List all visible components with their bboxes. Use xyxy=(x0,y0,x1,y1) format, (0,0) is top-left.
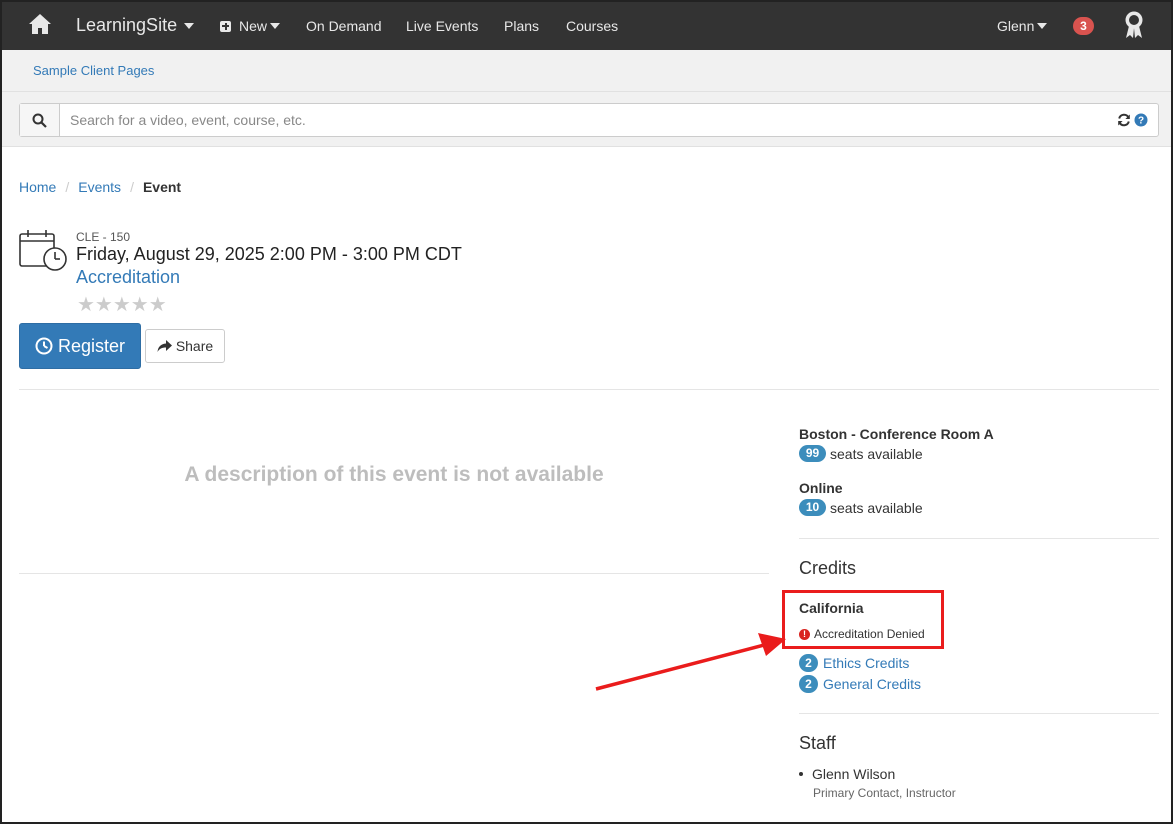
share-arrow-icon xyxy=(157,339,172,352)
breadcrumb-current: Event xyxy=(142,179,182,195)
sub-navbar: Sample Client Pages xyxy=(2,50,1171,92)
annotation-arrow xyxy=(595,633,786,691)
location-name: Boston - Conference Room A xyxy=(799,426,994,442)
award-ribbon-icon[interactable] xyxy=(1123,10,1145,40)
nav-live-events[interactable]: Live Events xyxy=(406,18,478,34)
star-rating[interactable]: ★★★★★ xyxy=(77,292,167,317)
divider xyxy=(799,713,1159,714)
refresh-icon[interactable] xyxy=(1117,113,1131,127)
seats-label: seats available xyxy=(830,499,923,516)
user-menu[interactable]: Glenn xyxy=(997,18,1048,34)
search-input[interactable] xyxy=(60,104,1117,136)
nav-courses[interactable]: Courses xyxy=(566,18,618,34)
search-box: ? xyxy=(19,103,1159,137)
search-tools: ? xyxy=(1117,104,1158,136)
staff-member-name: Glenn Wilson xyxy=(812,766,896,782)
staff-heading: Staff xyxy=(799,733,836,753)
breadcrumb-separator: / xyxy=(130,179,134,195)
new-menu[interactable]: New xyxy=(220,18,281,34)
sample-client-pages-link[interactable]: Sample Client Pages xyxy=(33,63,154,78)
notification-badge[interactable]: 3 xyxy=(1073,17,1094,35)
brand-label: LearningSite xyxy=(76,15,178,35)
search-icon xyxy=(32,113,47,128)
chevron-down-icon xyxy=(184,22,195,29)
credit-label: General Credits xyxy=(823,676,922,692)
credit-item-general[interactable]: 2 General Credits xyxy=(799,675,921,693)
description-placeholder: A description of this event is not avail… xyxy=(184,463,604,486)
brand-menu[interactable]: LearningSite xyxy=(76,15,195,36)
breadcrumb-events[interactable]: Events xyxy=(78,179,121,195)
bullet-icon xyxy=(799,772,803,776)
credit-item-ethics[interactable]: 2 Ethics Credits xyxy=(799,654,909,672)
staff-member: Glenn Wilson xyxy=(799,766,956,782)
event-title[interactable]: Accreditation xyxy=(76,267,180,288)
credit-label: Ethics Credits xyxy=(823,655,910,671)
credits-heading: Credits xyxy=(799,558,857,578)
seats-label: seats available xyxy=(830,445,923,462)
staff-member-role: Primary Contact, Instructor xyxy=(813,786,956,800)
seats-count-badge: 99 xyxy=(799,445,826,462)
annotation-highlight-box xyxy=(782,590,944,649)
calendar-clock-icon xyxy=(19,230,67,271)
divider xyxy=(799,538,1159,539)
question-circle-icon[interactable]: ? xyxy=(1134,113,1148,127)
nav-on-demand[interactable]: On Demand xyxy=(306,18,381,34)
chevron-down-icon xyxy=(1037,23,1048,29)
divider xyxy=(19,573,769,574)
staff-list: Glenn Wilson Primary Contact, Instructor xyxy=(799,766,956,800)
register-label: Register xyxy=(57,335,126,356)
svg-text:?: ? xyxy=(1138,116,1144,127)
breadcrumb-separator: / xyxy=(65,179,70,195)
new-label: New xyxy=(239,18,268,34)
event-code: CLE - 150 xyxy=(76,230,131,244)
location-seats: 99 seats available xyxy=(799,445,923,462)
search-button[interactable] xyxy=(20,104,60,136)
top-navbar: LearningSite New On Demand Live Events P… xyxy=(2,2,1171,50)
breadcrumb: Home / Events / Event xyxy=(19,179,181,195)
breadcrumb-home[interactable]: Home xyxy=(19,179,56,195)
location-name: Online xyxy=(799,480,843,496)
location-seats: 10 seats available xyxy=(799,499,923,516)
plus-square-icon xyxy=(220,20,231,32)
nav-plans[interactable]: Plans xyxy=(504,18,539,34)
clock-icon xyxy=(35,337,53,355)
register-button[interactable]: Register xyxy=(19,323,141,369)
seats-count-badge: 10 xyxy=(799,499,826,516)
divider xyxy=(19,389,1159,390)
search-bar-area: ? xyxy=(2,92,1171,147)
home-icon[interactable] xyxy=(28,13,52,35)
event-date: Friday, August 29, 2025 2:00 PM - 3:00 P… xyxy=(76,244,462,264)
user-name: Glenn xyxy=(997,18,1035,34)
share-label: Share xyxy=(175,338,214,354)
share-button[interactable]: Share xyxy=(145,329,225,363)
chevron-down-icon xyxy=(270,23,281,29)
